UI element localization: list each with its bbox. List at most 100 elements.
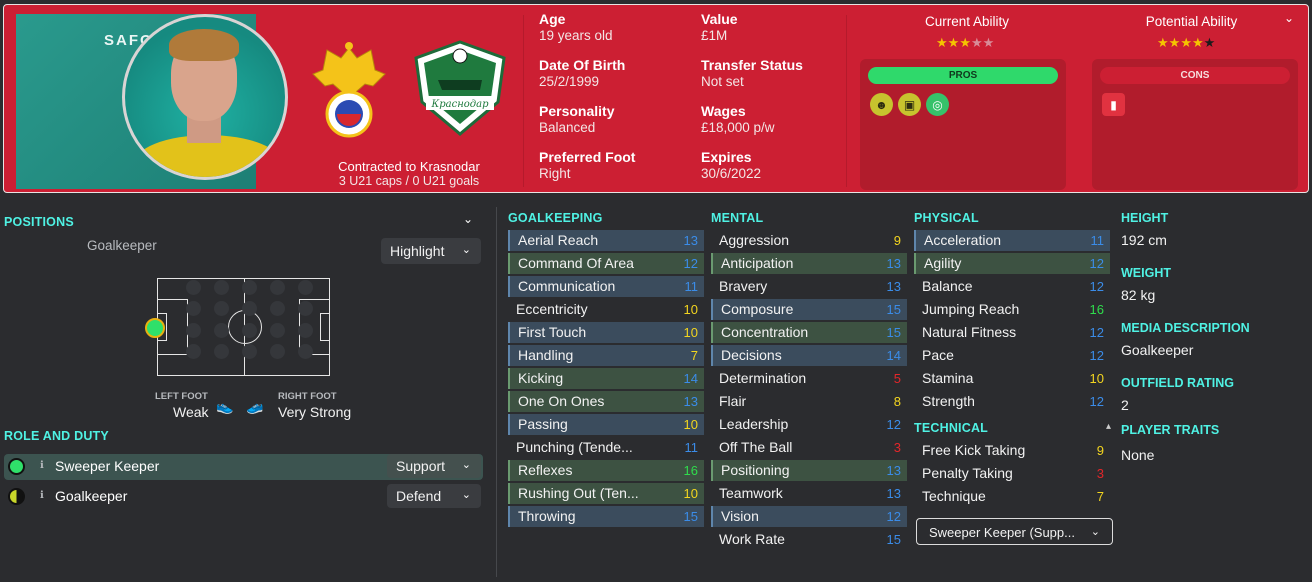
attribute-row[interactable]: Work Rate 15: [711, 529, 907, 550]
duty-dropdown[interactable]: Support ⌄: [387, 454, 481, 478]
krasnodar-crest-icon[interactable]: Краснодар: [412, 40, 508, 136]
attribute-row[interactable]: Penalty Taking 3: [914, 463, 1110, 484]
attribute-row[interactable]: Acceleration 11: [914, 230, 1110, 251]
attribute-row[interactable]: One On Ones 13: [508, 391, 704, 412]
attribute-row[interactable]: Pace 12: [914, 345, 1110, 366]
attribute-row[interactable]: Off The Ball 3: [711, 437, 907, 458]
attribute-row[interactable]: First Touch 10: [508, 322, 704, 343]
attribute-row[interactable]: Rushing Out (Ten... 10: [508, 483, 704, 504]
attribute-row[interactable]: Leadership 12: [711, 414, 907, 435]
attribute-row[interactable]: Communication 11: [508, 276, 704, 297]
attribute-row[interactable]: Reflexes 16: [508, 460, 704, 481]
star-icon: ★: [1203, 35, 1216, 50]
attribute-row[interactable]: Natural Fitness 12: [914, 322, 1110, 343]
head-icon[interactable]: ☻: [870, 93, 893, 116]
attribute-row[interactable]: Composure 15: [711, 299, 907, 320]
attribute-row[interactable]: Concentration 15: [711, 322, 907, 343]
pitch-position-dot[interactable]: [214, 280, 229, 295]
attribute-row[interactable]: Balance 12: [914, 276, 1110, 297]
pitch-position-dot[interactable]: [242, 323, 257, 338]
attribute-row[interactable]: Teamwork 13: [711, 483, 907, 504]
attribute-row[interactable]: Flair 8: [711, 391, 907, 412]
pitch-position-dot[interactable]: [298, 301, 313, 316]
wages-value: £18,000 p/w: [701, 120, 775, 135]
role-row-goalkeeper[interactable]: ℹ Goalkeeper Defend ⌄: [4, 484, 483, 510]
role-row-sweeper-keeper[interactable]: ℹ Sweeper Keeper Support ⌄: [4, 454, 483, 480]
info-icon[interactable]: ℹ: [40, 490, 44, 501]
attribute-row[interactable]: Technique 7: [914, 486, 1110, 507]
pitch-position-dot[interactable]: [270, 280, 285, 295]
attribute-value: 14: [683, 371, 698, 386]
attribute-value: 12: [1089, 394, 1104, 409]
red-card-icon[interactable]: ▮: [1102, 93, 1125, 116]
pitch-position-dot[interactable]: [242, 280, 257, 295]
attribute-name: Concentration: [721, 324, 809, 340]
attribute-row[interactable]: Determination 5: [711, 368, 907, 389]
pitch-position-dot[interactable]: [270, 301, 285, 316]
role-select-label: Sweeper Keeper (Supp...: [929, 525, 1075, 540]
attribute-name: Work Rate: [719, 531, 785, 547]
attribute-value: 12: [1089, 256, 1104, 271]
attribute-value: 11: [684, 279, 699, 294]
age-label: Age: [539, 11, 566, 27]
pitch-position-dot[interactable]: [298, 280, 313, 295]
attribute-value: 3: [893, 440, 901, 455]
attribute-value: 15: [886, 325, 901, 340]
attribute-row[interactable]: Jumping Reach 16: [914, 299, 1110, 320]
attribute-row[interactable]: Eccentricity 10: [508, 299, 704, 320]
pitch-position-dot[interactable]: [298, 323, 313, 338]
target-icon[interactable]: ◎: [926, 93, 949, 116]
role-select-dropdown[interactable]: Sweeper Keeper (Supp... ⌄: [916, 518, 1113, 545]
attribute-row[interactable]: Kicking 14: [508, 368, 704, 389]
pitch-position-dot[interactable]: [214, 323, 229, 338]
attribute-value: 10: [683, 325, 698, 340]
pitch-position-dot[interactable]: [186, 280, 201, 295]
pitch-position-dot[interactable]: [242, 301, 257, 316]
chevron-down-icon[interactable]: ⌄: [1284, 11, 1294, 25]
attribute-row[interactable]: Passing 10: [508, 414, 704, 435]
pitch-position-dot[interactable]: [270, 323, 285, 338]
pitch-position-dot[interactable]: [214, 344, 229, 359]
attribute-row[interactable]: Positioning 13: [711, 460, 907, 481]
attribute-row[interactable]: Bravery 13: [711, 276, 907, 297]
pitch-icon[interactable]: ▣: [898, 93, 921, 116]
attribute-row[interactable]: Free Kick Taking 9: [914, 440, 1110, 461]
attribute-row[interactable]: Handling 7: [508, 345, 704, 366]
attribute-name: Determination: [719, 370, 807, 386]
pitch-position-dot[interactable]: [186, 301, 201, 316]
player-photo[interactable]: [122, 14, 288, 180]
physical-title: PHYSICAL: [914, 211, 979, 225]
attribute-name: Kicking: [518, 370, 564, 386]
divider: [496, 207, 497, 577]
attribute-value: 12: [886, 417, 901, 432]
chevron-down-icon[interactable]: ⌄: [463, 212, 473, 226]
media-description-label: MEDIA DESCRIPTION: [1121, 321, 1250, 335]
left-foot-label: LEFT FOOT: [155, 391, 208, 402]
attribute-row[interactable]: Strength 12: [914, 391, 1110, 412]
pitch-position-dot[interactable]: [242, 344, 257, 359]
attribute-row[interactable]: Aggression 9: [711, 230, 907, 251]
attribute-row[interactable]: Punching (Tende... 11: [508, 437, 704, 458]
attribute-row[interactable]: Anticipation 13: [711, 253, 907, 274]
divider: [846, 15, 847, 187]
pitch-position-dot[interactable]: [186, 344, 201, 359]
highlight-dropdown[interactable]: Highlight ⌄: [381, 238, 481, 264]
duty-dropdown[interactable]: Defend ⌄: [387, 484, 481, 508]
attribute-row[interactable]: Aerial Reach 13: [508, 230, 704, 251]
goalkeeper-position-marker[interactable]: [145, 318, 165, 338]
info-icon[interactable]: ℹ: [40, 460, 44, 471]
attribute-row[interactable]: Stamina 10: [914, 368, 1110, 389]
russia-crest-icon[interactable]: [311, 40, 387, 140]
pitch-position-dot[interactable]: [214, 301, 229, 316]
attribute-row[interactable]: Throwing 15: [508, 506, 704, 527]
pitch-position-dot[interactable]: [186, 323, 201, 338]
collapse-icon[interactable]: ▴: [1106, 421, 1111, 432]
attribute-row[interactable]: Decisions 14: [711, 345, 907, 366]
attribute-row[interactable]: Agility 12: [914, 253, 1110, 274]
pitch-position-dot[interactable]: [270, 344, 285, 359]
attribute-row[interactable]: Command Of Area 12: [508, 253, 704, 274]
pitch-position-dot[interactable]: [298, 344, 313, 359]
attribute-row[interactable]: Vision 12: [711, 506, 907, 527]
attribute-value: 14: [886, 348, 901, 363]
personality-label: Personality: [539, 103, 615, 119]
